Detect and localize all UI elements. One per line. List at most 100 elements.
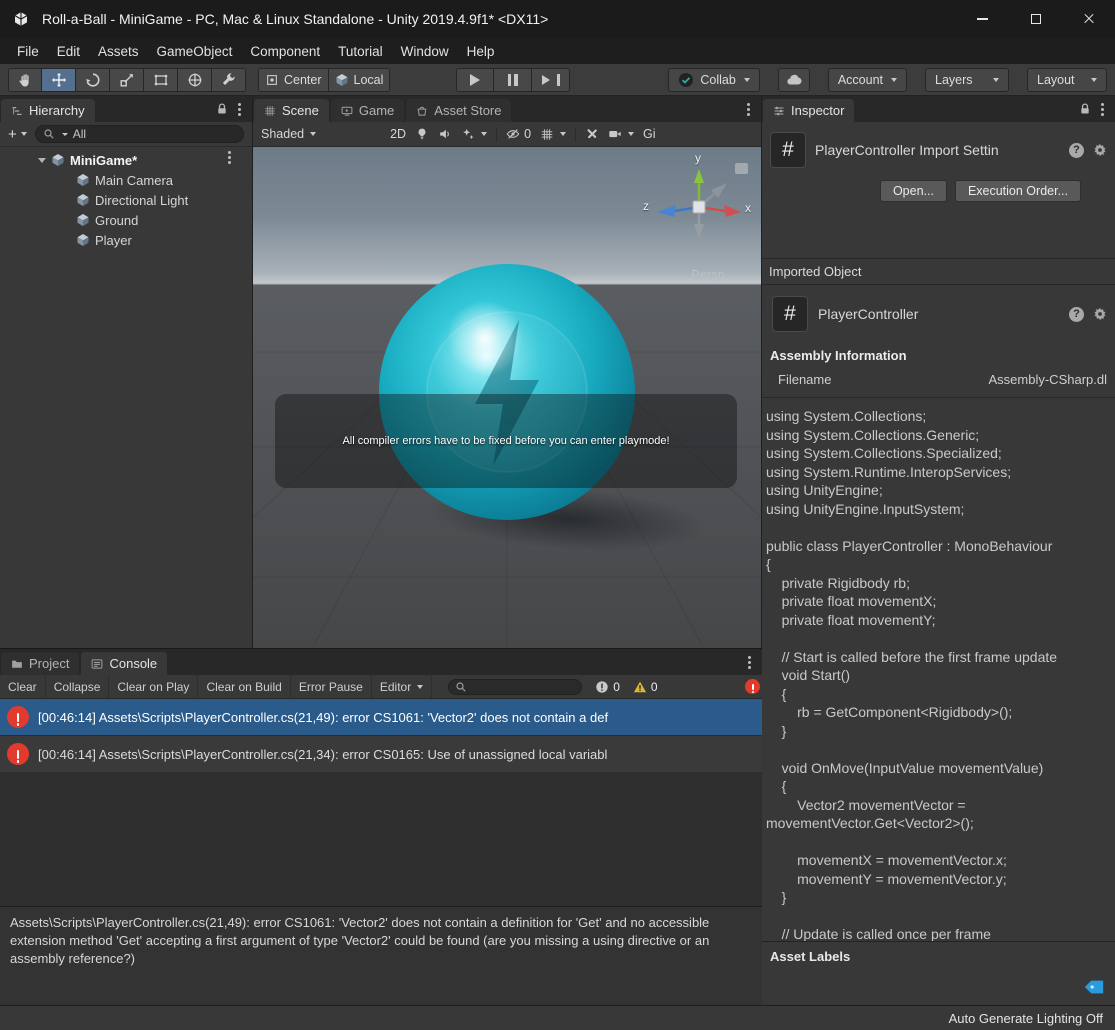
playmode-error-overlay: All compiler errors have to be fixed bef… <box>275 394 737 488</box>
unity-scene-icon <box>51 153 65 167</box>
tab-inspector[interactable]: Inspector <box>763 99 855 122</box>
close-button[interactable] <box>1062 0 1115 38</box>
scene-menu-icon[interactable] <box>228 156 231 159</box>
scene-menu-icon[interactable] <box>747 107 750 111</box>
hierarchy-menu-icon[interactable] <box>238 107 241 111</box>
lock-icon[interactable] <box>215 102 229 116</box>
menu-help[interactable]: Help <box>458 44 504 59</box>
inspector-menu-icon[interactable] <box>1101 107 1104 111</box>
menu-gameobject[interactable]: GameObject <box>148 44 242 59</box>
console-log-row[interactable]: [00:46:14] Assets\Scripts\PlayerControll… <box>0 699 762 736</box>
grid-dropdown[interactable] <box>540 127 567 141</box>
menu-file[interactable]: File <box>8 44 48 59</box>
scene-view-toolbar: Shaded 2D 0 Gi <box>253 122 761 147</box>
menu-assets[interactable]: Assets <box>89 44 148 59</box>
cloud-button[interactable] <box>777 67 810 92</box>
menu-edit[interactable]: Edit <box>48 44 89 59</box>
console-search-input[interactable] <box>448 678 583 695</box>
foldout-icon[interactable] <box>38 157 46 163</box>
rect-tool-button[interactable] <box>144 67 178 92</box>
gear-icon[interactable] <box>1093 307 1107 321</box>
gizmos-dropdown[interactable]: Gi <box>643 127 656 141</box>
pivot-mode-button[interactable]: Center <box>258 67 329 92</box>
custom-tool-button[interactable] <box>212 67 246 92</box>
tab-game[interactable]: Game <box>330 99 405 122</box>
account-dropdown[interactable]: Account <box>827 67 907 92</box>
tab-project[interactable]: Project <box>1 652 80 675</box>
open-button[interactable]: Open... <box>879 180 947 202</box>
scene-viewport[interactable]: All compiler errors have to be fixed bef… <box>253 147 761 648</box>
hierarchy-item-main-camera[interactable]: Main Camera <box>0 170 252 190</box>
transform-tools-group <box>8 67 246 92</box>
layers-dropdown[interactable]: Layers <box>925 67 1009 92</box>
hierarchy-search-input[interactable]: All <box>34 125 244 143</box>
tab-scene[interactable]: Scene <box>254 99 329 122</box>
minimize-button[interactable] <box>956 0 1009 38</box>
workspace: Hierarchy + All MiniGame* Main Camera Di… <box>0 96 1115 1005</box>
console-menu-icon[interactable] <box>748 660 751 664</box>
warning-count-toggle[interactable]: 0 <box>633 680 658 694</box>
tab-console[interactable]: Console <box>81 652 168 675</box>
maximize-button[interactable] <box>1009 0 1062 38</box>
scene-visibility-toggle[interactable]: 0 <box>506 127 531 141</box>
camera-icon <box>609 130 621 138</box>
help-icon[interactable]: ? <box>1069 306 1084 322</box>
hierarchy-tabbar: Hierarchy <box>0 96 252 122</box>
hand-tool-button[interactable] <box>8 67 42 92</box>
audio-toggle[interactable] <box>438 127 452 141</box>
menu-component[interactable]: Component <box>241 44 329 59</box>
gear-icon[interactable] <box>1093 143 1107 157</box>
collab-dropdown[interactable]: Collab <box>668 67 760 92</box>
clear-on-play-button[interactable]: Clear on Play <box>109 675 199 698</box>
pivot-rotation-button[interactable]: Local <box>328 67 391 92</box>
execution-order-button[interactable]: Execution Order... <box>954 180 1081 202</box>
hierarchy-item-directional-light[interactable]: Directional Light <box>0 190 252 210</box>
clear-button[interactable]: Clear <box>0 675 46 698</box>
error-pause-button[interactable]: Error Pause <box>291 675 372 698</box>
gizmo-x-label: x <box>745 201 751 215</box>
info-count-toggle[interactable]: 0 <box>595 680 620 694</box>
move-tool-button[interactable] <box>42 67 76 92</box>
error-count-toggle[interactable] <box>745 679 760 694</box>
local-cube-icon <box>335 73 349 87</box>
tab-asset-store[interactable]: Asset Store <box>406 99 512 122</box>
collapse-button[interactable]: Collapse <box>46 675 110 698</box>
editor-dropdown[interactable]: Editor <box>372 675 433 698</box>
gameobject-cube-icon <box>76 193 90 207</box>
gizmo-projection-label[interactable]: Persp <box>691 267 725 282</box>
filename-value: Assembly-CSharp.dl <box>988 372 1108 387</box>
gizmo-y-label: y <box>695 151 701 165</box>
visibility-count: 0 <box>524 127 532 141</box>
step-button[interactable] <box>532 67 571 92</box>
hierarchy-item-ground[interactable]: Ground <box>0 210 252 230</box>
hierarchy-item-player[interactable]: Player <box>0 230 252 250</box>
lock-icon[interactable] <box>1078 102 1092 116</box>
layout-dropdown[interactable]: Layout <box>1027 67 1107 92</box>
clear-on-build-button[interactable]: Clear on Build <box>198 675 291 698</box>
menu-tutorial[interactable]: Tutorial <box>329 44 392 59</box>
hierarchy-icon <box>12 106 22 115</box>
rotate-tool-button[interactable] <box>76 67 110 92</box>
auto-generate-lighting-status[interactable]: Auto Generate Lighting Off <box>949 1011 1103 1026</box>
pause-button[interactable] <box>494 67 533 92</box>
scene-name: MiniGame* <box>70 152 138 168</box>
transform-tool-button[interactable] <box>178 67 212 92</box>
assembly-information-section: Assembly Information Filename Assembly-C… <box>762 344 1115 398</box>
label-tag-button[interactable] <box>1083 976 1105 998</box>
shading-mode-dropdown[interactable]: Shaded <box>261 127 317 141</box>
2d-toggle[interactable]: 2D <box>390 127 406 141</box>
scene-camera-dropdown[interactable] <box>608 127 635 141</box>
console-log-row[interactable]: [00:46:14] Assets\Scripts\PlayerControll… <box>0 736 762 773</box>
scene-row[interactable]: MiniGame* <box>0 150 252 170</box>
tab-hierarchy[interactable]: Hierarchy <box>1 99 95 122</box>
effects-dropdown[interactable] <box>461 127 488 141</box>
play-button[interactable] <box>456 67 495 92</box>
menu-window[interactable]: Window <box>392 44 458 59</box>
scene-tools-button[interactable] <box>585 127 599 141</box>
window-title: Roll-a-Ball - MiniGame - PC, Mac & Linux… <box>42 11 549 27</box>
create-object-button[interactable]: + <box>4 126 31 143</box>
scale-tool-button[interactable] <box>110 67 144 92</box>
lighting-toggle[interactable] <box>415 127 429 141</box>
main-toolbar: Center Local Collab Account Layers Layou… <box>0 64 1115 96</box>
help-icon[interactable]: ? <box>1069 142 1084 158</box>
